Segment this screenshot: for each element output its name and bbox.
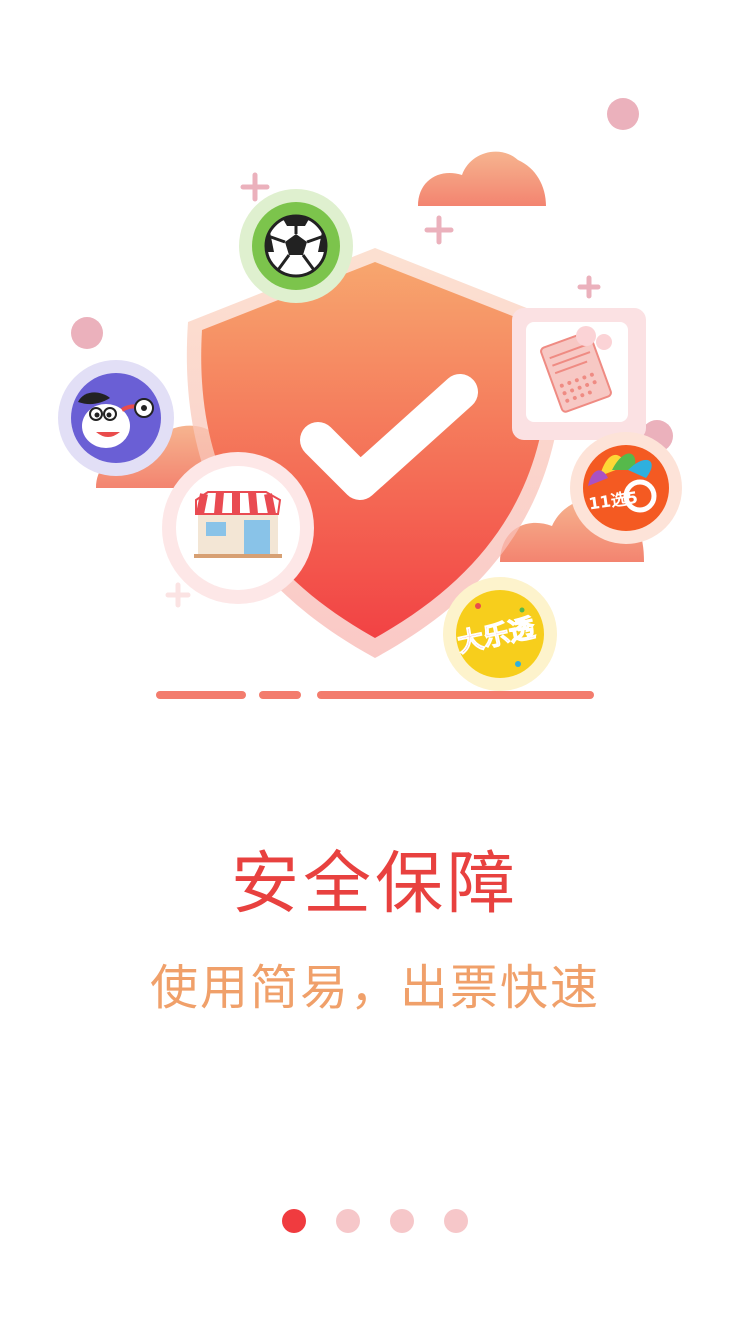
daletou-icon: 大乐透 [443,577,557,691]
page-dot-2[interactable] [336,1209,360,1233]
store-icon [162,452,314,604]
page-subtitle: 使用简易，出票快速 [149,960,600,1016]
lottery-ticket-icon [512,308,646,440]
cloud-top-right [418,151,546,206]
page-dot-3[interactable] [390,1209,414,1233]
security-illustration: 11选5 大乐透 [58,98,682,699]
page-indicator [0,1209,750,1235]
page-dot-4[interactable] [444,1209,468,1233]
soccer-ball-icon [239,189,353,303]
cartoon-dog-soccer-icon [58,360,174,476]
11-choose-5-icon: 11选5 [570,432,682,544]
page-title: 安全保障 [230,845,519,924]
page-dot-1[interactable] [282,1209,306,1233]
